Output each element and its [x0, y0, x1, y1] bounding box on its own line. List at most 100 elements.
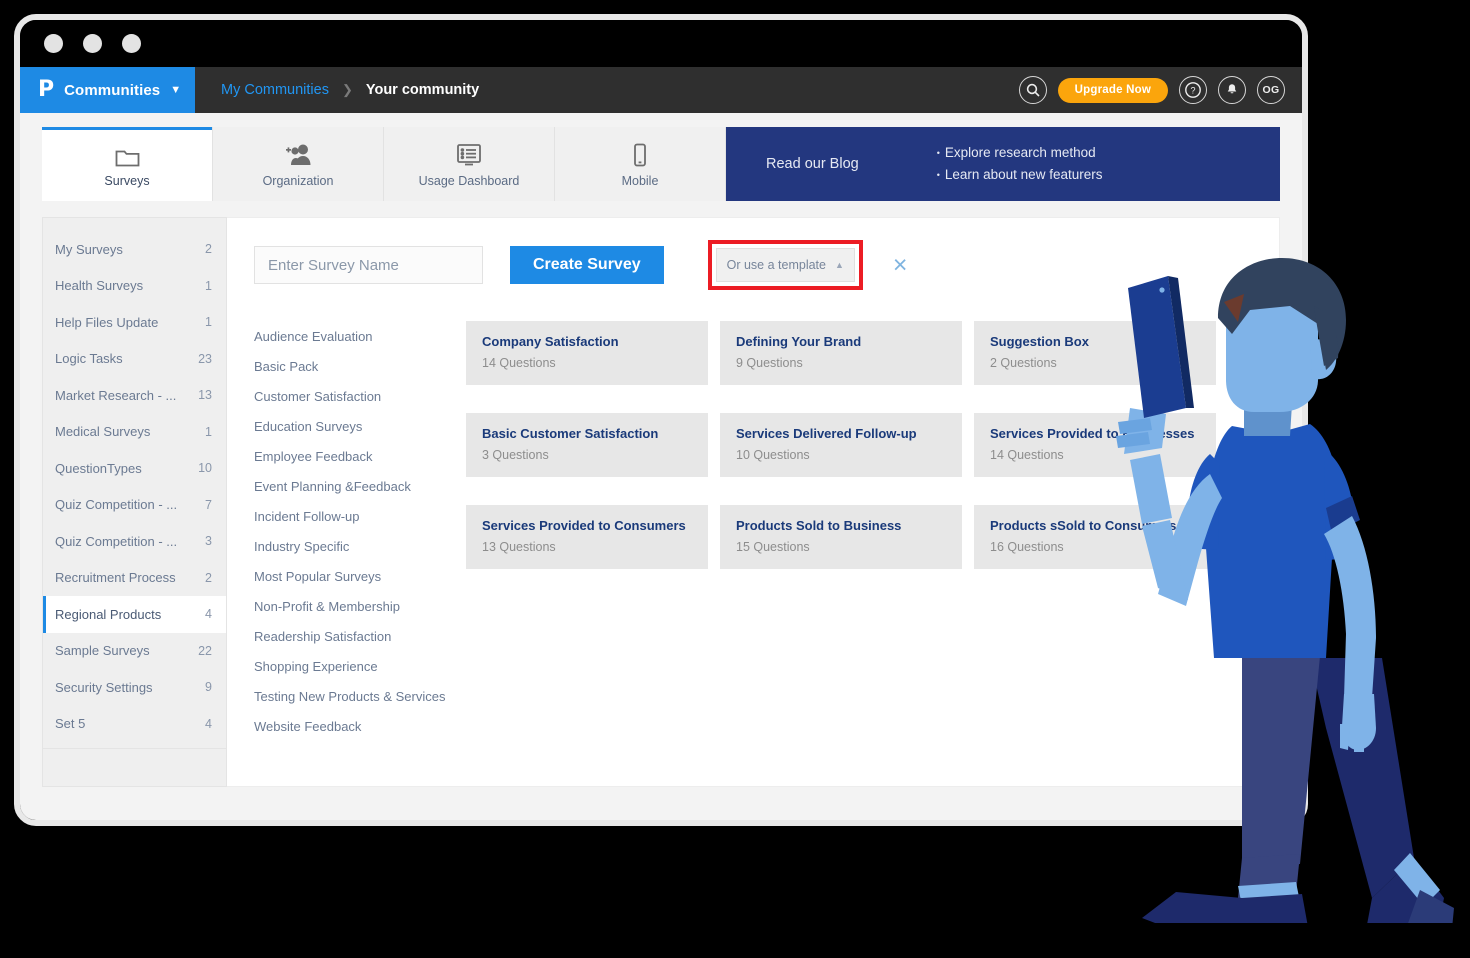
create-survey-button[interactable]: Create Survey: [510, 246, 664, 284]
sidebar-item-logic-tasks[interactable]: Logic Tasks 23: [43, 341, 226, 378]
sidebar-item-label: Sample Surveys: [55, 643, 150, 659]
category-readership-satisfaction[interactable]: Readership Satisfaction: [254, 621, 466, 651]
brand-label: Communities: [64, 81, 161, 99]
sidebar-item-label: QuestionTypes: [55, 460, 142, 476]
category-employee-feedback[interactable]: Employee Feedback: [254, 441, 466, 471]
sidebar-item-label: Health Surveys: [55, 278, 144, 294]
use-a-template-dropdown[interactable]: Or use a template ▲: [715, 248, 855, 282]
category-website-feedback[interactable]: Website Feedback: [254, 711, 466, 741]
breadcrumb-current: Your community: [365, 82, 480, 98]
sidebar-item-quiz-competition-1[interactable]: Quiz Competition - ... 7: [43, 487, 226, 524]
category-industry-specific[interactable]: Industry Specific: [254, 531, 466, 561]
tab-mobile[interactable]: Mobile: [555, 127, 726, 201]
template-card-questions: 13 Questions: [482, 540, 556, 554]
sidebar-item-count: 4: [205, 607, 212, 622]
sidebar-item-help-files-update[interactable]: Help Files Update 1: [43, 304, 226, 341]
template-card[interactable]: Defining Your Brand 9 Questions: [720, 321, 962, 385]
sidebar-item-question-types[interactable]: QuestionTypes 10: [43, 450, 226, 487]
man-walking-with-phone-illustration: [1116, 258, 1454, 923]
template-card-questions: 3 Questions: [482, 448, 549, 462]
template-card-title: Products Sold to Business: [736, 518, 902, 533]
sidebar-item-health-surveys[interactable]: Health Surveys 1: [43, 268, 226, 305]
breadcrumb: My Communities ❯ Your community: [195, 67, 479, 113]
tab-organization[interactable]: Organization: [213, 127, 384, 201]
sidebar-top-spacer: [43, 222, 226, 231]
sidebar-item-label: Regional Products: [55, 606, 162, 622]
brand-logo-icon: P: [38, 77, 55, 102]
category-education-surveys[interactable]: Education Surveys: [254, 411, 466, 441]
surveys-folder-sidebar: My Surveys 2 Health Surveys 1 Help Files…: [42, 217, 227, 787]
template-card-title: Defining Your Brand: [736, 334, 862, 349]
folder-icon: [115, 141, 140, 167]
category-testing-new-products-services[interactable]: Testing New Products & Services: [254, 681, 466, 711]
category-incident-follow-up[interactable]: Incident Follow-up: [254, 501, 466, 531]
sidebar-item-count: 1: [205, 278, 212, 293]
tab-usage-dashboard[interactable]: Usage Dashboard: [384, 127, 555, 201]
close-icon[interactable]: ×: [893, 252, 908, 278]
survey-name-input[interactable]: [254, 246, 483, 284]
bell-icon[interactable]: [1218, 76, 1246, 104]
mobile-phone-icon: [632, 141, 648, 167]
category-most-popular-surveys[interactable]: Most Popular Surveys: [254, 561, 466, 591]
template-card[interactable]: Company Satisfaction 14 Questions: [466, 321, 708, 385]
breadcrumb-my-communities[interactable]: My Communities: [221, 82, 329, 98]
window-close-dot[interactable]: [44, 34, 63, 53]
template-card[interactable]: Basic Customer Satisfaction 3 Questions: [466, 413, 708, 477]
sidebar-item-count: 22: [198, 643, 212, 658]
template-card-questions: 10 Questions: [736, 448, 810, 462]
sidebar-item-label: Market Research - ...: [55, 387, 177, 403]
svg-text:?: ?: [1190, 86, 1195, 96]
blog-promo-banner[interactable]: Read our Blog Explore research method Le…: [726, 127, 1280, 201]
sidebar-footer: [43, 748, 226, 790]
template-card-title: Services Delivered Follow-up: [736, 426, 917, 441]
category-basic-pack[interactable]: Basic Pack: [254, 351, 466, 381]
sidebar-item-label: My Surveys: [55, 241, 123, 257]
sidebar-item-count: 10: [198, 461, 212, 476]
avatar[interactable]: OG: [1257, 76, 1285, 104]
blog-banner-title: Read our Blog: [766, 156, 859, 172]
sidebar-item-medical-surveys[interactable]: Medical Surveys 1: [43, 414, 226, 451]
brand-communities-menu[interactable]: P Communities ▼: [20, 67, 195, 113]
window-maximize-dot[interactable]: [122, 34, 141, 53]
template-card[interactable]: Products Sold to Business 15 Questions: [720, 505, 962, 569]
template-card[interactable]: Services Delivered Follow-up 10 Question…: [720, 413, 962, 477]
sidebar-item-count: 13: [198, 388, 212, 403]
use-a-template-label: Or use a template: [726, 258, 826, 272]
sidebar-item-label: Quiz Competition - ...: [55, 533, 178, 549]
window-minimize-dot[interactable]: [83, 34, 102, 53]
template-card[interactable]: Services Provided to Consumers 13 Questi…: [466, 505, 708, 569]
category-event-planning-feedback[interactable]: Event Planning &Feedback: [254, 471, 466, 501]
category-non-profit-membership[interactable]: Non-Profit & Membership: [254, 591, 466, 621]
template-dropdown-highlight: Or use a template ▲: [707, 240, 863, 290]
sidebar-item-count: 2: [205, 242, 212, 257]
app-bar-actions: Upgrade Now ? OG: [1018, 67, 1302, 113]
sidebar-item-recruitment-process[interactable]: Recruitment Process 2: [43, 560, 226, 597]
category-shopping-experience[interactable]: Shopping Experience: [254, 651, 466, 681]
sidebar-item-quiz-competition-2[interactable]: Quiz Competition - ... 3: [43, 523, 226, 560]
upgrade-now-button[interactable]: Upgrade Now: [1057, 77, 1168, 103]
tab-mobile-label: Mobile: [621, 173, 659, 188]
sidebar-item-count: 7: [205, 497, 212, 512]
tab-surveys[interactable]: Surveys: [42, 127, 213, 201]
tab-organization-label: Organization: [262, 173, 334, 188]
sidebar-item-count: 2: [205, 570, 212, 585]
sidebar-item-set-5[interactable]: Set 5 4: [43, 706, 226, 743]
sidebar-item-count: 1: [205, 315, 212, 330]
search-icon[interactable]: [1018, 76, 1047, 104]
content-row: My Surveys 2 Health Surveys 1 Help Files…: [42, 217, 1280, 787]
category-customer-satisfaction[interactable]: Customer Satisfaction: [254, 381, 466, 411]
page-body: Surveys Organization Usage Dashboard Mob…: [20, 113, 1302, 820]
category-audience-evaluation[interactable]: Audience Evaluation: [254, 321, 466, 351]
sidebar-item-sample-surveys[interactable]: Sample Surveys 22: [43, 633, 226, 670]
sidebar-item-my-surveys[interactable]: My Surveys 2: [43, 231, 226, 268]
primary-tabs: Surveys Organization Usage Dashboard Mob…: [42, 127, 1280, 201]
sidebar-item-market-research[interactable]: Market Research - ... 13: [43, 377, 226, 414]
sidebar-item-count: 23: [198, 351, 212, 366]
sidebar-item-regional-products[interactable]: Regional Products 4: [43, 596, 226, 633]
sidebar-item-security-settings[interactable]: Security Settings 9: [43, 669, 226, 706]
help-icon[interactable]: ?: [1179, 76, 1207, 104]
blog-bullet-1: Explore research method: [937, 142, 1103, 164]
sidebar-item-count: 4: [205, 716, 212, 731]
sidebar-item-label: Medical Surveys: [55, 424, 151, 440]
sidebar-item-label: Help Files Update: [55, 314, 159, 330]
